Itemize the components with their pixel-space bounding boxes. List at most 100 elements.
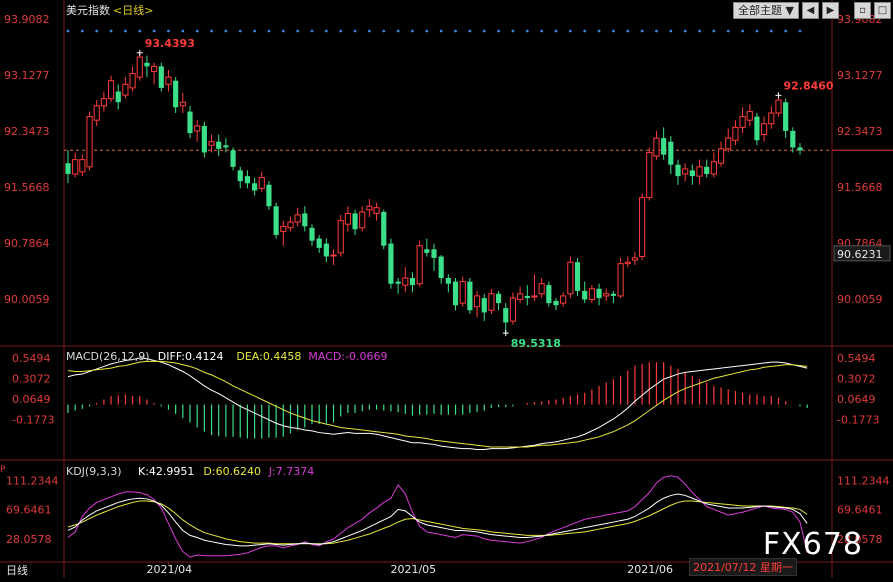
signal-dot	[195, 29, 199, 33]
y-tick-left: 91.5668	[4, 181, 50, 194]
signal-dot	[152, 29, 156, 33]
candle-body-down	[381, 212, 387, 246]
candle-body-up	[624, 261, 631, 265]
signal-dot	[540, 29, 544, 33]
theme-select[interactable]: 全部主题 ▼	[733, 2, 799, 19]
candle-body-down	[316, 238, 322, 248]
signal-dot	[95, 29, 99, 33]
candle-body-down	[668, 141, 674, 165]
arrow-left-icon: ◀	[806, 5, 815, 16]
candle-body-up	[603, 293, 610, 297]
candle-body-up	[79, 159, 86, 173]
signal-dot	[640, 29, 644, 33]
candle-body-up	[517, 293, 524, 301]
candle-body-down	[395, 281, 401, 284]
candle-body-down	[309, 227, 315, 241]
candle-body-up	[344, 212, 351, 225]
signal-dot	[511, 29, 515, 33]
chevron-down-icon: ▼	[785, 4, 794, 17]
signal-dot	[124, 29, 127, 33]
y-tick-left: 92.3473	[4, 125, 50, 138]
candle-body-up	[560, 295, 567, 304]
chart-stage: 美元指数 <日线> 93.9082 93.9082 93.1277 93.1277 92.3…	[0, 0, 893, 578]
annotation-label: 92.8460	[783, 79, 833, 92]
candle-body-up	[151, 65, 158, 72]
signal-dot	[138, 29, 142, 33]
signal-dot	[439, 29, 443, 33]
y-tick-left: 93.9082	[4, 13, 50, 26]
candle-body-up	[631, 257, 639, 261]
kdj-y-tick-left: 69.6461	[6, 504, 52, 517]
candle-body-down	[503, 308, 509, 323]
signal-dot	[382, 29, 386, 33]
candle-body-up	[165, 76, 172, 85]
candle-body-down	[352, 213, 358, 230]
prev-button[interactable]: ◀	[802, 2, 819, 19]
candle-body-up	[739, 116, 746, 128]
candle-body-up	[717, 148, 725, 164]
kdj-legend-label: J:7.7374	[268, 465, 314, 478]
candle-body-up	[100, 98, 107, 107]
candle-body-down	[323, 243, 329, 257]
candle-body-up	[416, 245, 423, 285]
x-tick-label: 2021/04	[146, 563, 192, 576]
restore-button[interactable]: ▫	[854, 2, 871, 19]
macd-line-diff	[67, 357, 808, 451]
candle-body-down	[452, 281, 459, 306]
signal-dot	[468, 29, 472, 33]
maximize-icon: □	[877, 5, 888, 16]
signal-dot	[167, 29, 170, 33]
candle-body-up	[746, 111, 753, 121]
macd-y-tick-right: -0.1773	[837, 414, 879, 427]
candle-body-up	[710, 161, 717, 175]
candle-body-up	[617, 263, 624, 297]
candle-body-up	[725, 137, 732, 150]
kdj-marker-icon: P	[0, 465, 6, 475]
y-tick-right: 90.0059	[837, 293, 883, 306]
macd-y-tick-left: 0.0649	[12, 393, 51, 406]
candle-body-up	[366, 205, 373, 211]
candle-body-down	[266, 184, 272, 207]
candle-body-up	[330, 254, 337, 257]
kdj-y-tick-left: 111.2344	[6, 475, 59, 488]
theme-select-label: 全部主题	[738, 4, 783, 17]
signal-dot	[66, 29, 70, 33]
candle-body-down	[424, 249, 430, 253]
candle-body-down	[783, 102, 789, 131]
candle-body-down	[431, 249, 437, 258]
signal-dot	[669, 29, 673, 33]
candle-body-down	[574, 262, 581, 291]
signal-dot	[353, 29, 357, 33]
signal-dot	[741, 29, 744, 33]
candle-body-down	[596, 288, 602, 299]
candle-body-down	[467, 281, 473, 311]
signal-dot	[784, 29, 788, 33]
candle-body-down	[704, 166, 710, 174]
signal-dot	[769, 29, 773, 33]
candle-body-down	[252, 183, 258, 191]
candle-body-down	[65, 163, 71, 174]
candle-body-up	[459, 281, 466, 304]
candle-body-down	[546, 285, 552, 304]
macd-legend-label: DEA:0.4458	[236, 350, 301, 363]
signal-dot	[497, 29, 500, 33]
candle-body-down	[790, 130, 796, 148]
date-label: 2021/07/12 星期一	[689, 558, 797, 576]
y-tick-right: 93.1277	[837, 69, 883, 82]
macd-y-tick-right: 0.0649	[837, 393, 876, 406]
signal-dot	[324, 29, 328, 33]
signal-dot	[525, 29, 529, 33]
candle-body-up	[194, 125, 201, 132]
signal-dot	[698, 29, 701, 33]
next-button[interactable]: ▶	[822, 2, 839, 19]
candle-body-up	[646, 151, 653, 199]
candle-body-up	[653, 137, 660, 157]
candle-body-up	[639, 197, 646, 257]
signal-dot	[310, 29, 314, 33]
maximize-button[interactable]: □	[874, 2, 891, 19]
macd-y-tick-left: -0.1773	[12, 414, 54, 427]
candle-body-up	[768, 112, 775, 125]
candle-body-up	[509, 297, 517, 322]
signal-dot	[554, 29, 558, 33]
macd-y-tick-left: 0.5494	[12, 352, 51, 365]
